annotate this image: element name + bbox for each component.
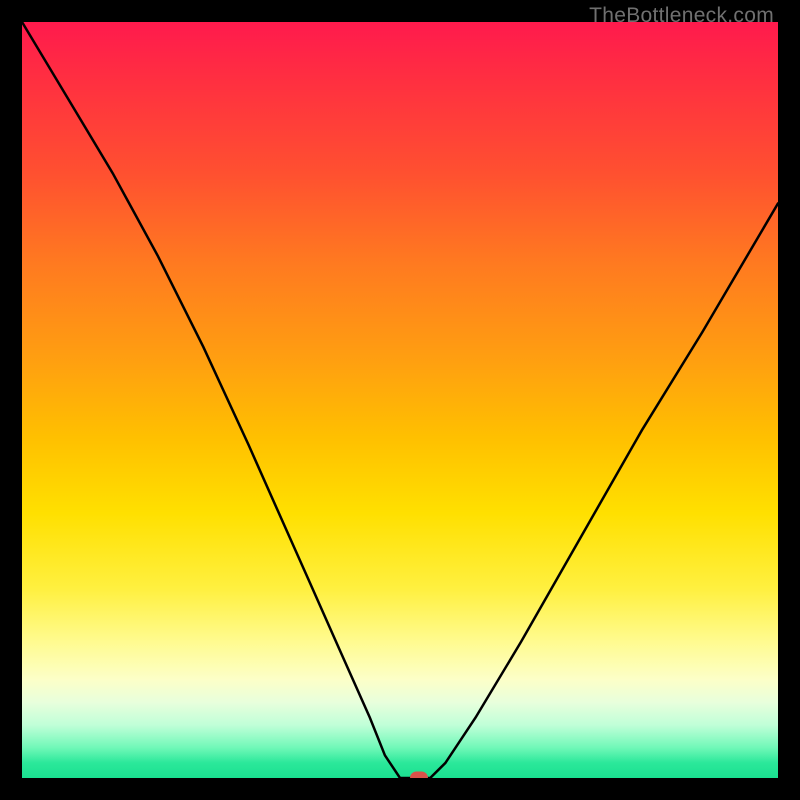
chart-frame xyxy=(22,22,778,778)
bottleneck-curve xyxy=(22,22,778,778)
curve-svg xyxy=(22,22,778,778)
plot-area xyxy=(22,22,778,778)
optimum-marker xyxy=(410,772,428,779)
